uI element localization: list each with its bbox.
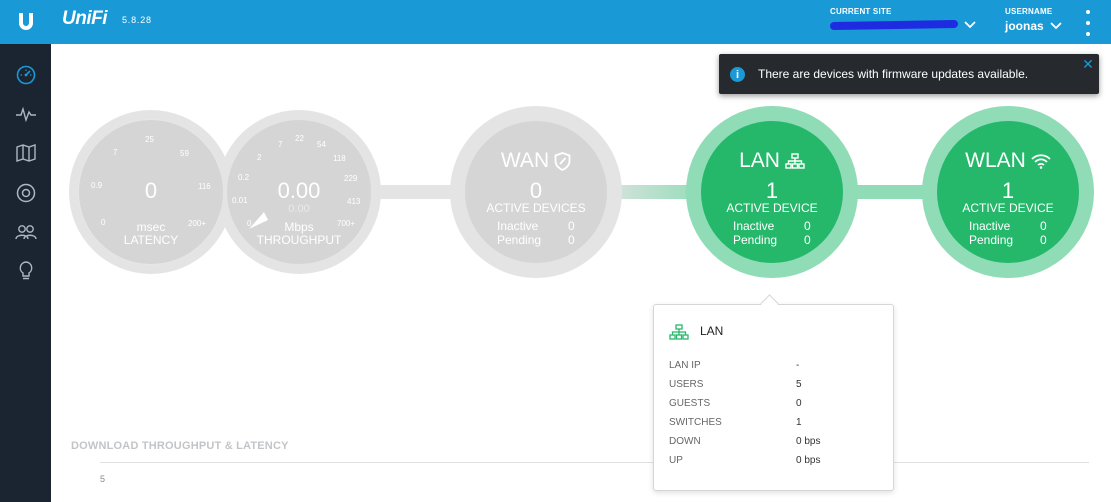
popup-row-value: 0 [796,398,802,409]
latency-scale-label: 59 [180,149,189,158]
wlan-pending-value: 0 [1040,233,1047,247]
latency-scale-label: 25 [145,135,154,144]
network-topology [69,106,1094,278]
latency-scale-label: 0 [101,218,106,227]
chart-gridline [100,462,1089,463]
wan-subtitle: ACTIVE DEVICES [486,201,586,215]
network-icon [669,324,689,345]
lan-title-row: LAN [712,150,832,172]
throughput-scale-label: 22 [295,134,304,143]
popup-row-value: 1 [796,417,802,428]
lan-subtitle: ACTIVE DEVICE [726,201,818,215]
wlan-title: WLAN [965,149,1026,172]
throughput-scale-label: 0.01 [232,196,248,205]
wan-pending-value: 0 [568,233,575,247]
popup-row-value: 0 bps [796,436,821,447]
wan-inactive-value: 0 [568,219,575,233]
throughput-label: THROUGHPUT [256,233,342,247]
lan-inactive-value: 0 [804,219,811,233]
lan-pending-value: 0 [804,233,811,247]
wlan-title-row: WLAN [943,150,1073,172]
popup-row-label: USERS [669,379,704,390]
wan-title-row: WAN [476,150,596,172]
latency-scale-label: 116 [198,182,211,191]
chart-section-title: DOWNLOAD THROUGHPUT & LATENCY [71,440,289,452]
latency-label: LATENCY [123,233,179,247]
throughput-scale-label: 0.2 [238,173,250,182]
throughput-scale-label: 118 [333,154,346,163]
popup-row-label: DOWN [669,436,701,447]
wlan-inactive-label: Inactive [969,219,1011,233]
latency-unit: msec [136,220,166,234]
wlan-count: 1 [1001,178,1015,203]
popup-row-label: UP [669,455,683,466]
latency-scale-label: 7 [113,148,118,157]
wan-pending-label: Pending [497,233,542,247]
throughput-value: 0.00 [277,178,321,203]
wlan-subtitle: ACTIVE DEVICE [962,201,1054,215]
latency-scale-label: 0.9 [91,181,103,190]
lan-title: LAN [739,149,780,172]
lan-count: 1 [765,178,779,203]
wan-count: 0 [529,178,543,203]
popup-row-value: 0 bps [796,455,821,466]
throughput-scale-label: 0 [247,219,252,228]
popup-row-label: LAN IP [669,360,701,371]
wan-inactive-label: Inactive [497,219,539,233]
wlan-inactive-value: 0 [1040,219,1047,233]
chart-y-tick: 5 [100,474,106,484]
throughput-scale-label: 54 [317,140,326,149]
latency-value: 0 [144,178,158,203]
wifi-icon [1031,154,1051,169]
wan-title: WAN [500,149,550,172]
popup-row-label: GUESTS [669,398,711,409]
popup-row-value: 5 [796,379,802,390]
lan-pending-label: Pending [733,233,778,247]
throughput-unit: Mbps [284,220,314,234]
throughput-secondary-value: 0.00 [288,203,310,215]
throughput-scale-label: 2 [257,153,262,162]
throughput-scale-label: 413 [347,197,361,206]
throughput-scale-label: 7 [278,140,283,149]
shield-icon [554,151,571,171]
throughput-scale-label: 700+ [337,219,356,228]
lan-details-popup: LAN LAN IP - USERS 5 GUESTS 0 SWITCHES 1… [653,304,894,491]
network-icon [785,153,805,169]
wlan-pending-label: Pending [969,233,1014,247]
popup-title: LAN [700,324,724,338]
lan-inactive-label: Inactive [733,219,775,233]
popup-row-label: SWITCHES [669,417,722,428]
popup-row-value: - [796,360,800,371]
